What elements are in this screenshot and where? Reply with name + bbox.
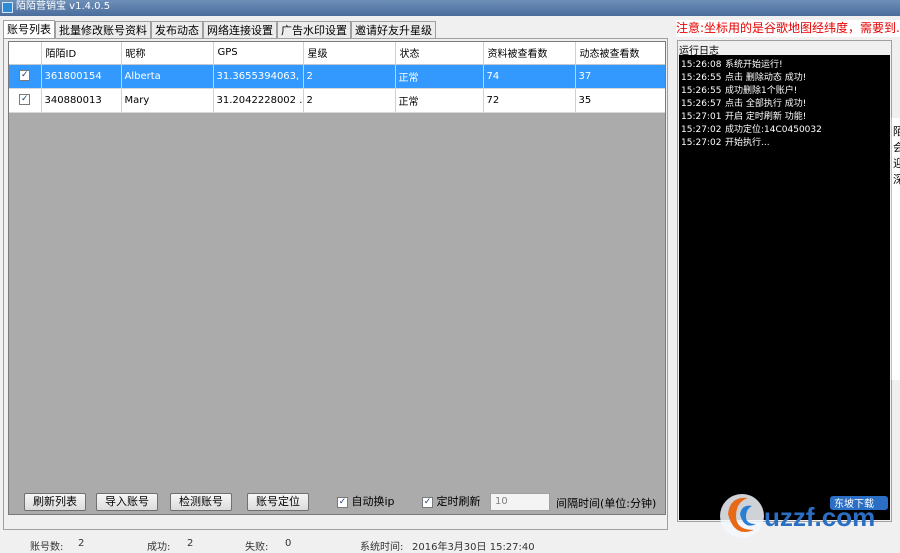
- success-label: 成功:: [147, 542, 171, 553]
- cell-status-views: 37: [575, 64, 665, 89]
- check-account-button[interactable]: 检测账号: [170, 493, 232, 511]
- tab-invite-friends[interactable]: 邀请好友升星级: [351, 21, 436, 38]
- watermark-sub: 东坡下载: [834, 497, 874, 510]
- account-list-panel: 陌陌ID 昵称 GPS 星级 状态 资料被查看数 动态被查看数 ✓ 361800…: [3, 38, 668, 530]
- cell-nickname: Alberta: [121, 64, 214, 89]
- log-output[interactable]: 15:26:08 系统开始运行! 15:26:55 点击 删除动态 成功! 15:2…: [679, 55, 890, 520]
- log-entry: 15:27:01 开启 定时刷新 功能!: [681, 112, 807, 122]
- account-table: 陌陌ID 昵称 GPS 星级 状态 资料被查看数 动态被查看数 ✓ 361800…: [8, 41, 666, 515]
- side-popup: 陌 会 迎 深: [891, 118, 900, 380]
- table-row[interactable]: ✓ 340880013 Mary 31.2042228002 ... 2 正常 …: [9, 88, 665, 113]
- notice-text: 注意:坐标用的是谷歌地图经纬度，需要到...: [676, 20, 900, 37]
- tab-batch-edit-profile[interactable]: 批量修改账号资料: [55, 21, 151, 38]
- tab-post-status[interactable]: 发布动态: [151, 21, 203, 38]
- success-value: 2: [187, 538, 194, 549]
- column-header-gps[interactable]: GPS: [213, 42, 304, 65]
- cell-status: 正常: [395, 64, 484, 89]
- auto-switch-ip-label: 自动换ip: [351, 495, 395, 508]
- auto-switch-ip-checkbox[interactable]: ✓: [337, 496, 348, 508]
- log-entry: 15:27:02 成功定位:14C0450032: [681, 125, 822, 135]
- auto-switch-ip-option[interactable]: ✓ 自动换ip: [337, 495, 395, 509]
- cell-profile-views: 74: [483, 64, 576, 89]
- table-row[interactable]: ✓ 361800154 Alberta 31.3655394063, ... 2…: [9, 64, 665, 89]
- tab-account-list[interactable]: 账号列表: [3, 20, 55, 38]
- cell-status-views: 35: [575, 88, 665, 113]
- tab-network-settings[interactable]: 网络连接设置: [203, 21, 277, 38]
- cell-profile-views: 72: [483, 88, 576, 113]
- row-checkbox-cell[interactable]: ✓: [9, 88, 42, 113]
- row-checkbox-cell[interactable]: ✓: [9, 64, 42, 89]
- cell-nickname: Mary: [121, 88, 214, 113]
- cell-level: 2: [303, 88, 396, 113]
- cell-status: 正常: [395, 88, 484, 113]
- cell-gps: 31.3655394063, ...: [213, 64, 304, 89]
- log-entry: 15:26:57 点击 全部执行 成功!: [681, 99, 807, 109]
- window-title: 陌陌营销宝 v1.4.0.5: [16, 1, 111, 12]
- log-entry: 15:26:08 系统开始运行!: [681, 60, 783, 70]
- cell-momo-id: 340880013: [41, 88, 122, 113]
- accounts-value: 2: [78, 538, 85, 549]
- import-account-button[interactable]: 导入账号: [96, 493, 158, 511]
- table-header: 陌陌ID 昵称 GPS 星级 状态 资料被查看数 动态被查看数: [9, 42, 665, 65]
- row-checkbox[interactable]: ✓: [19, 94, 31, 106]
- fail-label: 失败:: [245, 542, 269, 553]
- column-header-check[interactable]: [9, 42, 42, 65]
- accounts-label: 账号数:: [30, 542, 64, 553]
- timed-refresh-label: 定时刷新: [436, 495, 481, 508]
- tab-watermark-settings[interactable]: 广告水印设置: [277, 21, 351, 38]
- system-time-label: 系统时间:: [360, 542, 404, 553]
- timed-refresh-option[interactable]: ✓ 定时刷新: [422, 495, 481, 509]
- cell-level: 2: [303, 64, 396, 89]
- log-entry: 15:26:55 点击 删除动态 成功!: [681, 73, 807, 83]
- timed-refresh-checkbox[interactable]: ✓: [422, 496, 433, 508]
- cell-momo-id: 361800154: [41, 64, 122, 89]
- column-header-status[interactable]: 状态: [395, 42, 484, 65]
- column-header-momo-id[interactable]: 陌陌ID: [41, 42, 122, 65]
- column-header-level[interactable]: 星级: [303, 42, 396, 65]
- log-entry: 15:26:55 成功删除1个账户!: [681, 86, 798, 96]
- refresh-list-button[interactable]: 刷新列表: [24, 493, 86, 511]
- system-time-value: 2016年3月30日 15:27:40: [412, 542, 535, 553]
- row-checkbox[interactable]: ✓: [19, 70, 31, 82]
- column-header-status-views[interactable]: 动态被查看数: [575, 42, 665, 65]
- tab-bar: 账号列表 批量修改账号资料 发布动态 网络连接设置 广告水印设置 邀请好友升星级: [3, 20, 436, 38]
- popup-glyph: 迎: [893, 156, 900, 172]
- log-entry: 15:27:02 开始执行...: [681, 138, 770, 148]
- site-watermark-logo: uzzf.com 东坡下载: [714, 484, 898, 546]
- popup-glyph: 陌: [893, 124, 900, 140]
- cell-gps: 31.2042228002 ...: [213, 88, 304, 113]
- fail-value: 0: [285, 538, 292, 549]
- interval-label: 间隔时间(单位:分钟): [556, 497, 657, 510]
- locate-account-button[interactable]: 账号定位: [247, 493, 309, 511]
- column-header-profile-views[interactable]: 资料被查看数: [483, 42, 576, 65]
- column-header-nickname[interactable]: 昵称: [121, 42, 214, 65]
- window-titlebar: 陌陌营销宝 v1.4.0.5: [0, 0, 900, 16]
- popup-glyph: 会: [893, 140, 900, 156]
- popup-glyph: 深: [893, 172, 900, 188]
- app-icon: [2, 2, 13, 13]
- interval-input[interactable]: 10: [490, 493, 550, 511]
